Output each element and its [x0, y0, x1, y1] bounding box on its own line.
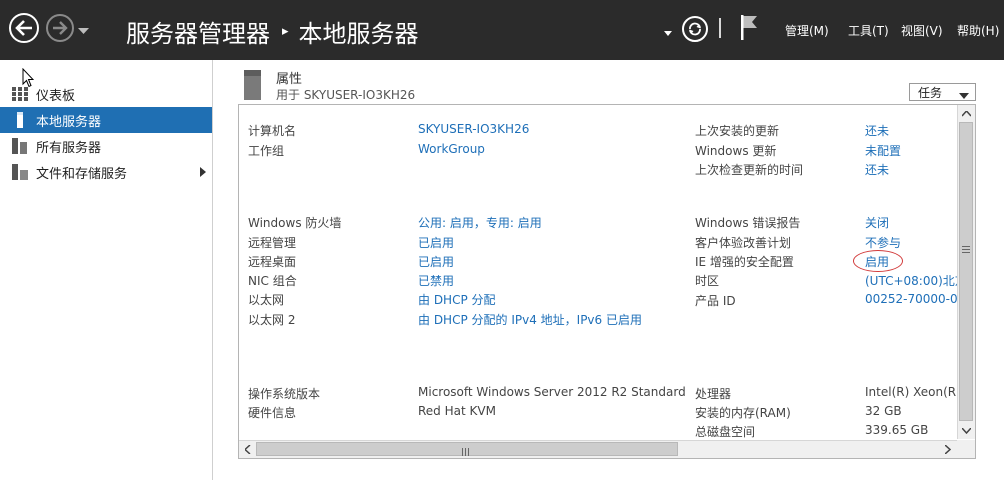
arrow-right-icon: [53, 21, 68, 35]
prop-value-hardware: Red Hat KVM: [418, 404, 496, 418]
prop-value-windows-update[interactable]: 未配置: [865, 142, 901, 159]
prop-label-ethernet: 以太网: [248, 293, 285, 307]
prop-value-workgroup[interactable]: WorkGroup: [418, 142, 485, 156]
prop-label-ie-esc: IE 增强的安全配置: [695, 255, 794, 269]
prop-label-ethernet-2: 以太网 2: [248, 313, 296, 327]
prop-value-timezone[interactable]: (UTC+08:00)北京: [865, 272, 967, 289]
sidebar-item-all-servers[interactable]: 所有服务器: [0, 133, 212, 159]
chevron-down-icon: [664, 31, 672, 36]
prop-value-error-reporting[interactable]: 关闭: [865, 214, 889, 231]
prop-label-ceip: 客户体验改善计划: [695, 236, 792, 250]
sidebar-item-label: 仪表板: [36, 88, 76, 104]
chevron-down-icon: [962, 427, 971, 434]
scroll-left-button[interactable]: [239, 441, 256, 458]
prop-label-last-update: 上次安装的更新: [695, 124, 780, 138]
prop-label-remote-desktop: 远程桌面: [248, 255, 297, 269]
title-bar: 服务器管理器 ▸ 本地服务器 管理(M) 工具(T) 视图(V) 帮助(H): [0, 0, 1004, 60]
menu-view[interactable]: 视图(V): [901, 22, 943, 39]
sidebar-item-label: 文件和存储服务: [36, 166, 128, 182]
breadcrumb-dropdown-button[interactable]: [664, 25, 672, 39]
properties-subtitle: 用于 SKYUSER-IO3KH26: [276, 88, 416, 102]
menu-tools[interactable]: 工具(T): [848, 22, 889, 39]
storage-icon: [11, 163, 29, 181]
prop-label-workgroup: 工作组: [248, 144, 285, 158]
prop-value-nic-teaming[interactable]: 已禁用: [418, 272, 454, 289]
prop-value-last-update[interactable]: 还未: [865, 122, 889, 139]
refresh-button[interactable]: [682, 16, 708, 42]
sidebar-item-file-storage[interactable]: 文件和存储服务: [0, 159, 212, 185]
chevron-right-icon: [944, 445, 951, 454]
forward-button[interactable]: [46, 14, 74, 42]
chevron-left-icon: [244, 445, 251, 454]
server-icon: [11, 111, 29, 129]
prop-label-product-id: 产品 ID: [695, 294, 736, 308]
toolbar-divider: [719, 18, 721, 38]
menu-manage[interactable]: 管理(M): [785, 22, 829, 39]
prop-value-computer-name[interactable]: SKYUSER-IO3KH26: [418, 122, 529, 136]
refresh-icon: [689, 22, 701, 36]
sidebar: 仪表板 本地服务器 所有服务器 文件和存储服务: [0, 60, 213, 480]
vertical-scroll-thumb[interactable]: [959, 122, 973, 421]
breadcrumb-root[interactable]: 服务器管理器: [126, 14, 270, 49]
prop-label-error-reporting: Windows 错误报告: [695, 216, 801, 230]
back-button[interactable]: [9, 13, 39, 43]
arrow-left-icon: [15, 20, 32, 36]
prop-value-last-check[interactable]: 还未: [865, 161, 889, 178]
prop-value-memory: 32 GB: [865, 404, 902, 418]
history-dropdown-button[interactable]: [78, 24, 89, 38]
prop-value-remote-management[interactable]: 已启用: [418, 234, 454, 251]
servers-icon: [11, 137, 29, 155]
menu-help[interactable]: 帮助(H): [957, 22, 999, 39]
tasks-label: 任务: [918, 85, 943, 100]
prop-label-last-check: 上次检查更新的时间: [695, 163, 804, 177]
prop-value-ceip[interactable]: 不参与: [865, 234, 901, 251]
breadcrumb-current: 本地服务器: [298, 20, 419, 48]
prop-value-firewall[interactable]: 公用: 启用，专用: 启用: [418, 214, 542, 231]
highlight-circle: [853, 250, 903, 272]
prop-value-remote-desktop[interactable]: 已启用: [418, 253, 454, 270]
chevron-up-icon: [962, 110, 971, 117]
prop-label-processor: 处理器: [695, 387, 732, 401]
properties-icon: [244, 70, 261, 100]
chevron-down-icon: [959, 88, 969, 102]
prop-label-os-version: 操作系统版本: [248, 387, 321, 401]
prop-label-nic-teaming: NIC 组合: [248, 274, 297, 288]
scrollbar-corner: [957, 440, 975, 458]
prop-value-ethernet-2[interactable]: 由 DHCP 分配的 IPv4 地址，IPv6 已启用: [418, 311, 642, 328]
prop-value-processor: Intel(R) Xeon(R): [865, 385, 961, 399]
prop-label-firewall: Windows 防火墙: [248, 216, 342, 230]
mouse-cursor-icon: [22, 67, 35, 91]
prop-value-product-id[interactable]: 00252-70000-00: [865, 292, 965, 306]
grip-icon: [962, 242, 970, 256]
sidebar-item-local-server[interactable]: 本地服务器: [0, 107, 212, 133]
chevron-down-icon: [78, 28, 89, 34]
tasks-dropdown-button[interactable]: 任务: [909, 83, 976, 101]
prop-value-os-version: Microsoft Windows Server 2012 R2 Standar…: [418, 385, 686, 399]
prop-label-windows-update: Windows 更新: [695, 144, 777, 158]
prop-label-memory: 安装的内存(RAM): [695, 406, 791, 420]
prop-label-disk: 总磁盘空间: [695, 425, 756, 439]
prop-value-disk: 339.65 GB: [865, 423, 929, 437]
prop-label-computer-name: 计算机名: [248, 124, 297, 138]
prop-label-hardware: 硬件信息: [248, 406, 297, 420]
breadcrumb: 服务器管理器 ▸ 本地服务器: [126, 14, 419, 49]
breadcrumb-separator: ▸: [282, 24, 289, 39]
grip-icon: [462, 445, 469, 459]
flag-icon: [741, 15, 757, 40]
prop-value-ethernet[interactable]: 由 DHCP 分配: [418, 291, 496, 308]
scroll-down-button[interactable]: [958, 422, 975, 439]
sidebar-item-label: 本地服务器: [36, 114, 102, 130]
notifications-flag-button[interactable]: [740, 14, 758, 43]
chevron-right-icon[interactable]: [200, 166, 206, 181]
scroll-up-button[interactable]: [958, 105, 975, 122]
prop-label-timezone: 时区: [695, 274, 720, 288]
scroll-right-button[interactable]: [939, 441, 956, 458]
properties-title: 属性: [276, 72, 303, 87]
prop-label-remote-management: 远程管理: [248, 236, 297, 250]
sidebar-item-label: 所有服务器: [36, 140, 102, 156]
